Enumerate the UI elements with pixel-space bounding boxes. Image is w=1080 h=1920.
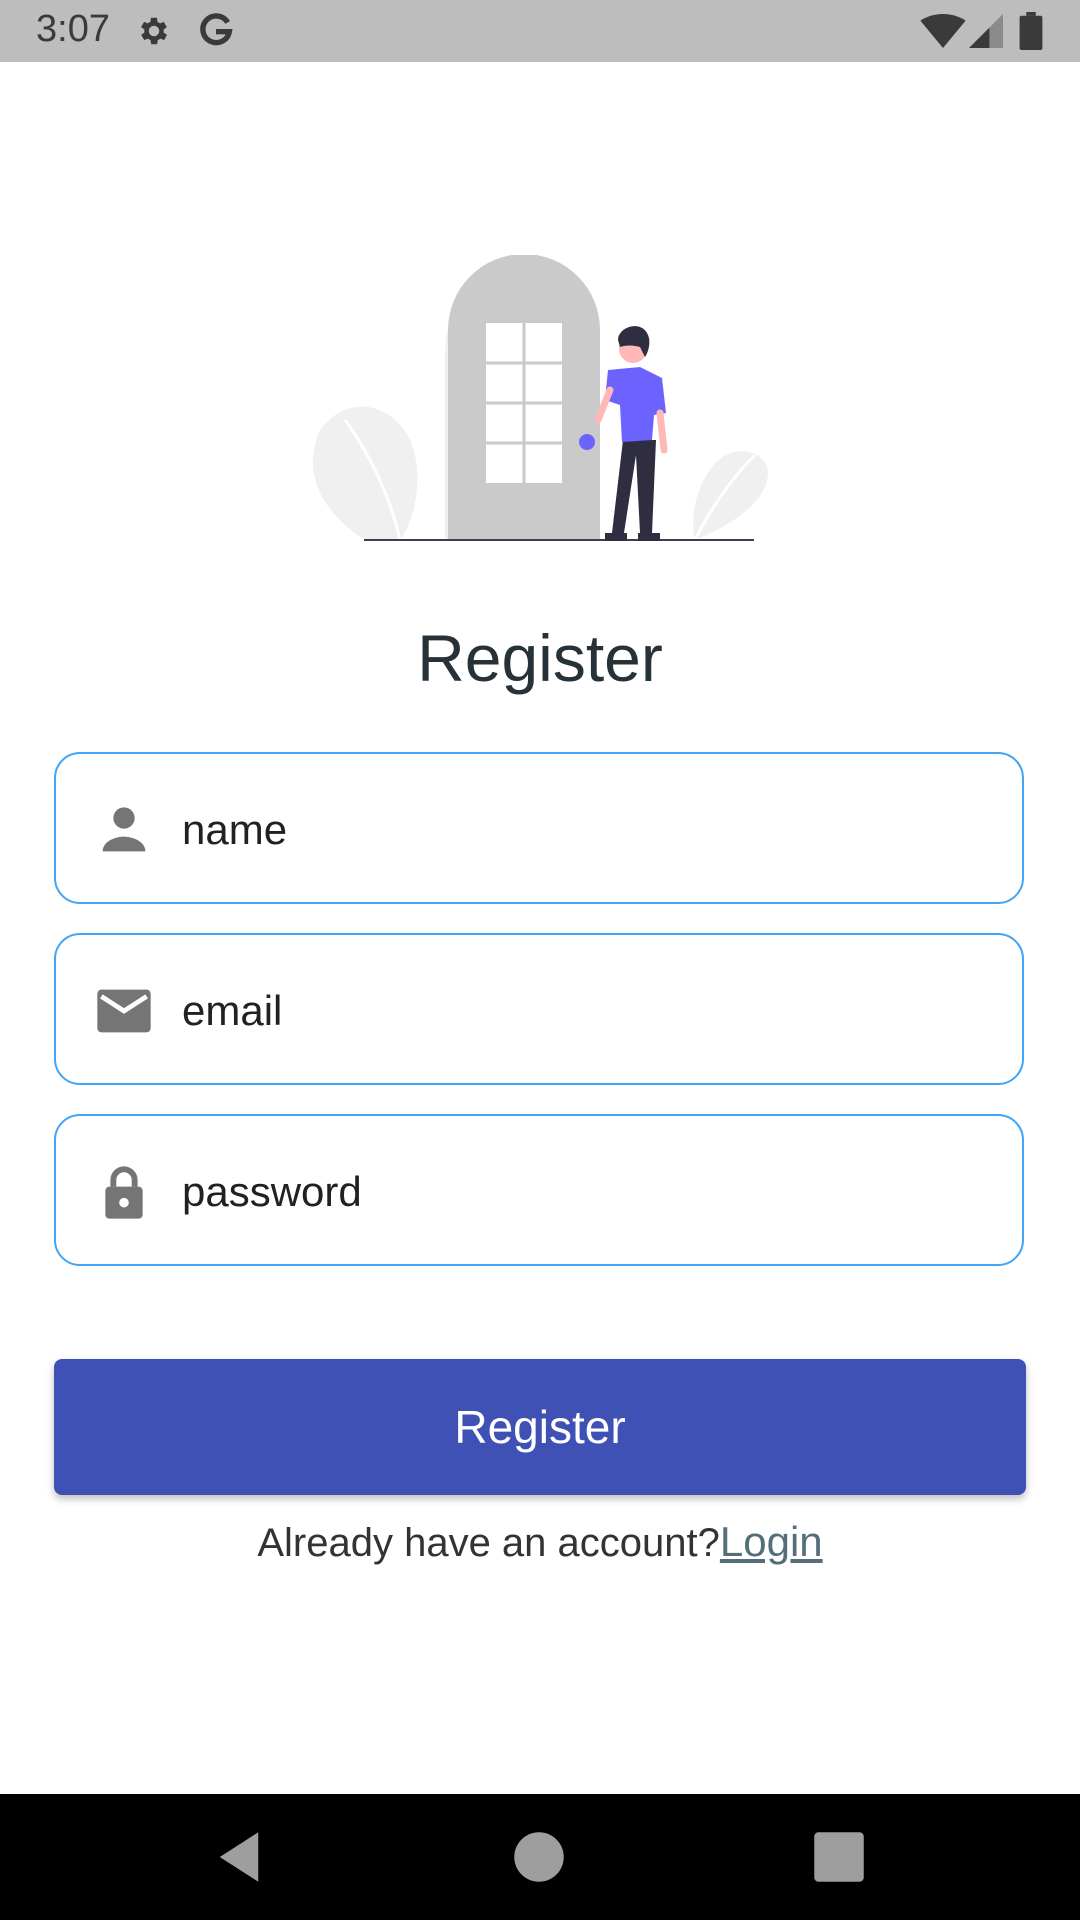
settings-icon — [141, 17, 168, 45]
battery-icon — [1019, 12, 1043, 50]
login-link[interactable]: Login — [720, 1518, 823, 1565]
email-input[interactable] — [180, 965, 984, 1057]
status-bar: 3:07 — [0, 0, 1080, 62]
status-time: 3:07 — [36, 8, 110, 50]
home-icon[interactable] — [506, 1824, 572, 1890]
google-icon — [200, 13, 233, 46]
recents-icon[interactable] — [806, 1824, 872, 1890]
mail-icon — [97, 989, 151, 1033]
login-prompt-text: Already have an account? — [257, 1521, 720, 1565]
lock-icon — [105, 1166, 143, 1219]
navigation-bar — [0, 1794, 1080, 1920]
name-input[interactable] — [180, 784, 984, 876]
password-field[interactable] — [54, 1114, 1024, 1266]
person-icon — [102, 807, 146, 852]
email-field[interactable] — [54, 933, 1024, 1085]
name-field[interactable] — [54, 752, 1024, 904]
back-icon[interactable] — [206, 1824, 272, 1890]
register-button[interactable]: Register — [54, 1359, 1026, 1495]
login-prompt-row: Already have an account?Login — [0, 1518, 1080, 1566]
door-illustration — [312, 255, 769, 541]
cell-signal-icon — [969, 14, 1003, 48]
password-input[interactable] — [180, 1146, 984, 1238]
wifi-icon — [920, 14, 966, 48]
page-title: Register — [417, 621, 663, 695]
register-screen: 3:07 Register name email Register Alread… — [0, 0, 1080, 1920]
